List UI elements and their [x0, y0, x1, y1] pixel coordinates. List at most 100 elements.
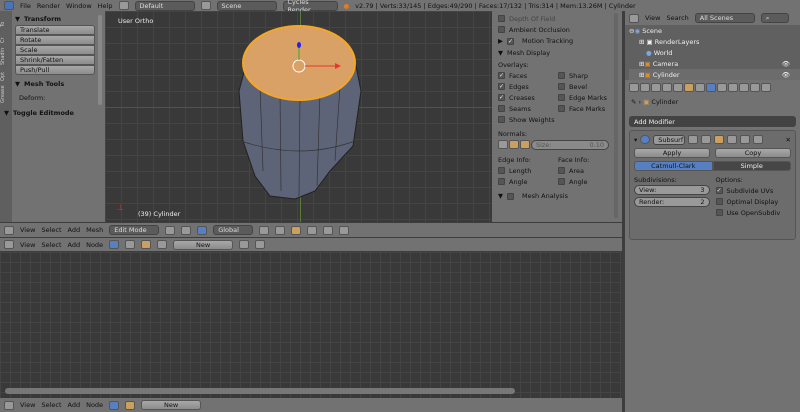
- face-normals-icon[interactable]: [520, 140, 530, 149]
- overlay-sharp[interactable]: Sharp: [558, 70, 607, 81]
- menu-file[interactable]: File: [20, 2, 31, 10]
- add-modifier-select[interactable]: Add Modifier: [629, 116, 796, 127]
- tab-tools[interactable]: To: [0, 11, 6, 27]
- edge-angle-option[interactable]: Angle: [498, 176, 558, 187]
- move-up-icon[interactable]: [740, 135, 751, 144]
- outliner-item-camera[interactable]: ⊞ ▣ Camera 👁: [629, 58, 800, 69]
- outliner-item-world[interactable]: ● World: [629, 47, 800, 58]
- edge-select-icon[interactable]: [275, 225, 286, 235]
- outliner-item-scene[interactable]: ⊖ ◉ Scene: [629, 25, 800, 36]
- mesh-display-header[interactable]: ▼ Mesh Display: [498, 47, 616, 59]
- n-panel-scrollbar[interactable]: [614, 13, 618, 218]
- checkbox[interactable]: ✓: [507, 37, 514, 45]
- world-tab-icon[interactable]: [673, 82, 683, 92]
- transform-panel-header[interactable]: ▼ Transform: [15, 13, 95, 25]
- snap-icon[interactable]: [323, 225, 334, 235]
- tab-create[interactable]: Cr: [0, 27, 6, 43]
- tool-shelf-scrollbar[interactable]: [98, 15, 102, 105]
- checkbox[interactable]: [498, 167, 505, 174]
- 3d-viewport[interactable]: User Ortho (39) Cylinder ⊥: [105, 11, 492, 222]
- scene-icon[interactable]: [200, 1, 211, 10]
- menu-add[interactable]: Add: [68, 226, 81, 234]
- material-tab-icon[interactable]: [728, 82, 738, 92]
- texture-tab-icon[interactable]: [739, 82, 749, 92]
- horizontal-scrollbar[interactable]: [5, 388, 515, 394]
- new-material-button[interactable]: New: [141, 400, 202, 410]
- show-editmode-icon[interactable]: [714, 135, 725, 144]
- search-icon[interactable]: ⌕: [760, 13, 789, 23]
- checkbox[interactable]: [558, 178, 565, 185]
- modifier-name-field[interactable]: Subsurf: [653, 134, 686, 145]
- show-cage-icon[interactable]: [727, 135, 738, 144]
- pin-icon[interactable]: ✎: [631, 98, 636, 106]
- node-editor-canvas[interactable]: [0, 252, 622, 398]
- depth-of-field-option[interactable]: Depth Of Field: [498, 13, 616, 24]
- show-viewport-icon[interactable]: [701, 135, 712, 144]
- render-layers-tab-icon[interactable]: [651, 82, 661, 92]
- remove-modifier-icon[interactable]: ✕: [786, 136, 791, 144]
- menu-node[interactable]: Node: [86, 241, 103, 249]
- push-pull-button[interactable]: Push/Pull: [15, 65, 95, 75]
- checkbox[interactable]: [498, 105, 505, 112]
- tab-grease[interactable]: Grease: [0, 81, 6, 103]
- menu-help[interactable]: Help: [98, 2, 113, 10]
- move-down-icon[interactable]: [753, 135, 764, 144]
- vertex-select-icon[interactable]: [259, 225, 270, 235]
- checkbox[interactable]: [498, 178, 505, 185]
- overlay-faces[interactable]: ✓ Faces: [498, 70, 558, 81]
- scale-button[interactable]: Scale: [15, 45, 95, 55]
- menu-view[interactable]: View: [645, 14, 660, 22]
- menu-add[interactable]: Add: [68, 401, 81, 409]
- checkbox[interactable]: [558, 72, 565, 79]
- checkbox[interactable]: [715, 209, 723, 216]
- menu-search[interactable]: Search: [666, 14, 688, 22]
- tab-simple[interactable]: Simple: [712, 161, 791, 171]
- mesh-tools-header[interactable]: ▼ Mesh Tools: [15, 78, 95, 90]
- vertex-normals-icon[interactable]: [498, 140, 508, 149]
- checkbox[interactable]: [558, 83, 565, 90]
- mode-select[interactable]: Edit Mode: [109, 225, 160, 235]
- view-levels-field[interactable]: View: 3: [634, 185, 710, 195]
- proportional-edit-icon[interactable]: [307, 225, 318, 235]
- editor-type-icon[interactable]: [4, 400, 14, 410]
- checkbox[interactable]: [715, 198, 723, 205]
- use-opensubdiv-option[interactable]: Use OpenSubdiv: [715, 207, 792, 218]
- checkbox[interactable]: [498, 26, 505, 33]
- editor-type-icon[interactable]: [4, 225, 14, 235]
- checkbox[interactable]: [498, 116, 505, 123]
- scenes-filter-select[interactable]: All Scenes: [694, 13, 755, 23]
- normal-size-field[interactable]: Size: 0.10: [531, 139, 609, 150]
- editor-type-icon[interactable]: [629, 82, 639, 92]
- data-tab-icon[interactable]: [717, 82, 727, 92]
- snap-node-icon[interactable]: [255, 240, 266, 249]
- render-levels-field[interactable]: Render: 2: [634, 197, 710, 207]
- translate-button[interactable]: Translate: [15, 25, 95, 35]
- checkbox[interactable]: [498, 15, 505, 22]
- object-tab-icon[interactable]: [684, 82, 694, 92]
- shader-nodes-icon[interactable]: [109, 400, 120, 410]
- collapse-icon[interactable]: ▾: [634, 136, 637, 144]
- checkbox[interactable]: ✓: [498, 83, 505, 90]
- overlay-seams[interactable]: Seams: [498, 103, 558, 114]
- new-material-button[interactable]: New: [173, 239, 234, 250]
- scene-field[interactable]: Scene: [216, 0, 277, 11]
- info-editor-icon[interactable]: [4, 1, 14, 10]
- editor-type-icon[interactable]: [4, 240, 14, 249]
- face-area-option[interactable]: Area: [558, 165, 589, 176]
- menu-view[interactable]: View: [20, 401, 35, 409]
- checkbox[interactable]: ✓: [715, 187, 723, 194]
- orientation-select[interactable]: Global: [213, 225, 254, 235]
- face-select-icon[interactable]: [291, 225, 302, 235]
- menu-select[interactable]: Select: [41, 226, 61, 234]
- menu-window[interactable]: Window: [66, 2, 92, 10]
- checkbox[interactable]: [558, 167, 565, 174]
- ambient-occlusion-option[interactable]: Ambient Occlusion: [498, 24, 616, 35]
- render-preview-icon[interactable]: [339, 225, 350, 235]
- pin-icon[interactable]: [239, 240, 250, 249]
- texture-nodes-icon[interactable]: [125, 240, 136, 249]
- editor-type-icon[interactable]: [629, 13, 639, 23]
- checkbox[interactable]: ✓: [498, 72, 505, 79]
- checkbox[interactable]: [558, 94, 565, 101]
- mesh-analysis-header[interactable]: ▼ Mesh Analysis: [498, 190, 616, 202]
- menu-mesh[interactable]: Mesh: [86, 226, 103, 234]
